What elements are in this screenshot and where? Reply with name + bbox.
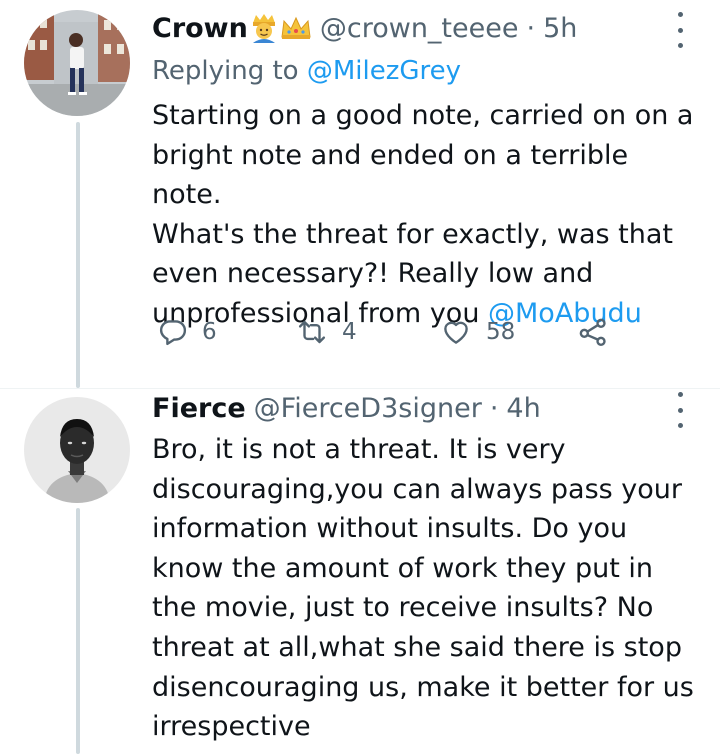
- tweet-text-line: bright note and ended on a terrible note…: [152, 139, 629, 211]
- retweet-button[interactable]: 4: [296, 314, 357, 350]
- heart-icon: [444, 321, 468, 344]
- tweet-divider: [0, 388, 720, 389]
- tweet-text: Bro, it is not a threat. It is very disc…: [152, 430, 700, 747]
- display-name[interactable]: Crown: [152, 13, 248, 44]
- tweet-text-line: disencouraging us, make it better for us: [152, 671, 694, 703]
- replying-to: Replying to @MilezGrey: [152, 56, 461, 86]
- timestamp[interactable]: 4h: [506, 393, 540, 424]
- replying-to-mention[interactable]: @MilezGrey: [307, 56, 461, 86]
- handle[interactable]: @FierceD3signer: [254, 393, 482, 424]
- timestamp[interactable]: 5h: [543, 13, 577, 44]
- tweet-text-line: Starting on a good note, carried on on a: [152, 100, 694, 131]
- tweet-header: Crown @crown_teeee · 5h: [152, 11, 577, 45]
- avatar-crown[interactable]: [24, 10, 130, 116]
- prince-emoji-icon: [250, 13, 278, 43]
- tweet-text-line: irrespective: [152, 711, 311, 743]
- tweet-text-line: know the amount of work they put in: [152, 552, 654, 584]
- tweet-text-line: even necessary?! Really low and: [152, 258, 594, 290]
- reply-icon: [159, 320, 187, 346]
- tweet-text-line: the movie, just to receive insults? No: [152, 592, 654, 624]
- tweet-text-line: Bro, it is not a threat. It is very: [152, 434, 566, 465]
- separator-dot: ·: [489, 392, 499, 424]
- share-icon: [579, 318, 606, 346]
- more-options-icon[interactable]: [672, 12, 688, 48]
- more-options-icon[interactable]: [672, 392, 688, 428]
- tweet-text-line: What's the threat for exactly, was that: [152, 218, 673, 250]
- reply-button[interactable]: 6: [158, 314, 217, 350]
- tweet-header: Fierce @FierceD3signer · 4h: [152, 391, 541, 425]
- handle[interactable]: @crown_teeee: [320, 13, 519, 44]
- tweet-text-line: unprofessional from you @MoAbudu: [152, 294, 700, 334]
- tweet-text-line: information without insults. Do you: [152, 513, 628, 545]
- replying-to-label: Replying to: [152, 56, 307, 86]
- crown-emoji-icon: [280, 15, 312, 41]
- retweet-count: 4: [342, 319, 357, 345]
- separator-dot: ·: [526, 12, 536, 44]
- thread-line-bottom: [76, 508, 80, 754]
- tweet-text-line: discouraging,you can always pass your: [152, 473, 682, 505]
- avatar-crown-photo: [24, 10, 130, 116]
- tweet-text: Starting on a good note, carried on on a…: [152, 96, 700, 334]
- display-name[interactable]: Fierce: [152, 393, 246, 424]
- tweet-text-line: threat at all,what she said there is sto…: [152, 631, 682, 663]
- like-button[interactable]: 58: [440, 314, 515, 350]
- like-count: 58: [486, 319, 516, 345]
- share-button[interactable]: [576, 314, 610, 350]
- retweet-icon: [298, 320, 326, 344]
- thread-line-top: [76, 122, 80, 388]
- reply-count: 6: [202, 319, 217, 345]
- avatar-fierce-photo: [24, 397, 130, 503]
- avatar-fierce[interactable]: [24, 397, 130, 503]
